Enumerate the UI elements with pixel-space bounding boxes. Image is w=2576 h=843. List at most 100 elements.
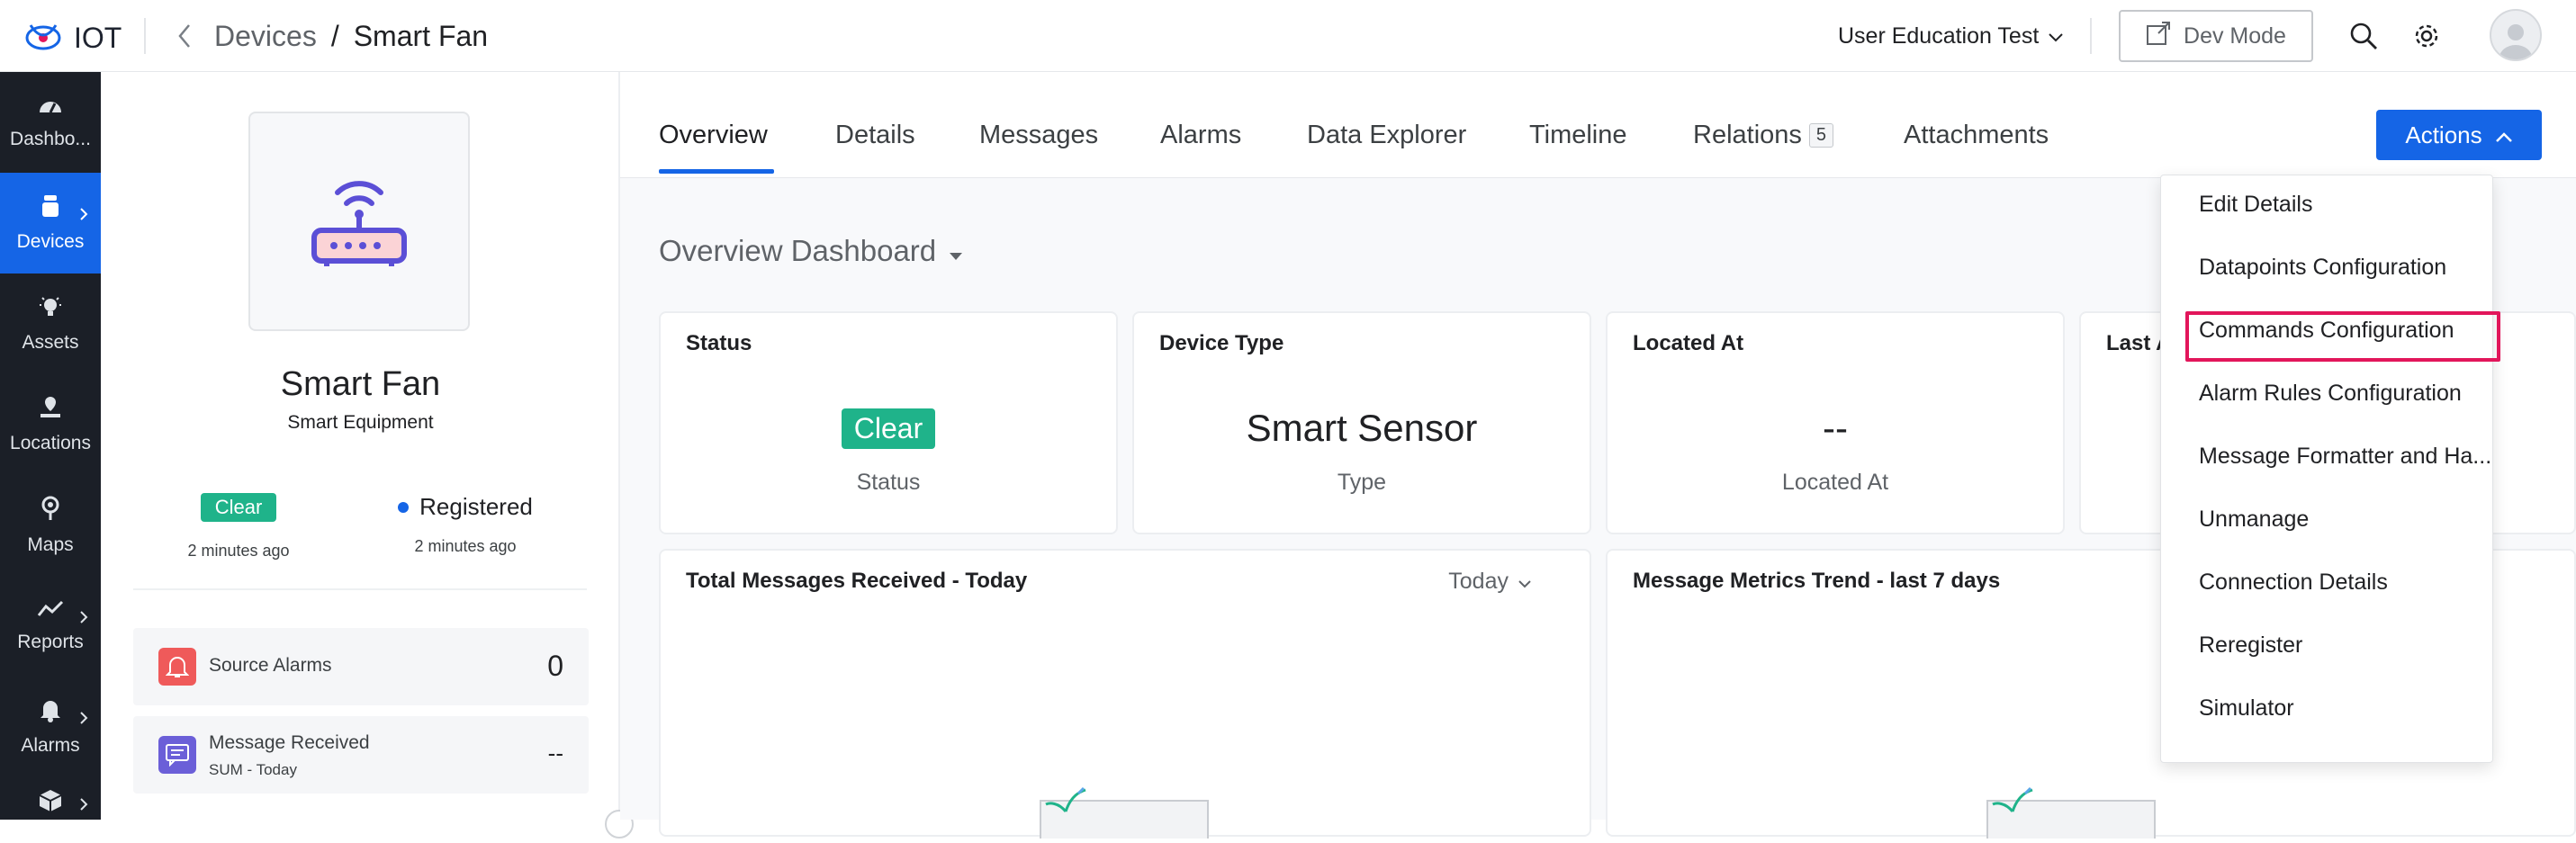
card-subtitle: Type: [1337, 470, 1387, 495]
sidebar-item-locations[interactable]: Locations: [0, 374, 101, 475]
divider: [144, 18, 146, 54]
message-received-sub: SUM - Today: [209, 761, 297, 778]
side-navigation: Dashbo... Devices Assets Locations Maps …: [0, 72, 101, 820]
bell-icon: [39, 697, 62, 728]
status-badge: Clear: [200, 493, 277, 522]
chevron-down-icon: [1518, 569, 1532, 595]
menu-item-reregister[interactable]: Reregister: [2199, 632, 2302, 659]
tab-relations[interactable]: Relations 5: [1693, 121, 1834, 150]
card-value: Smart Sensor: [1246, 407, 1478, 449]
menu-item-message-formatter[interactable]: Message Formatter and Ha...: [2199, 444, 2491, 470]
sidebar-item-more[interactable]: [0, 777, 101, 831]
tab-attachments[interactable]: Attachments: [1904, 121, 2049, 150]
sidebar-item-label: Reports: [17, 632, 84, 652]
device-type-card: Device Type Smart Sensor Type: [1132, 311, 1591, 534]
iot-logo-icon: [23, 18, 63, 58]
empty-state-illustration: [1039, 785, 1210, 843]
menu-item-simulator[interactable]: Simulator: [2199, 695, 2294, 722]
bell-icon: [158, 648, 196, 686]
account-switcher[interactable]: User Education Test: [1838, 18, 2064, 54]
external-link-icon: [2146, 21, 2171, 52]
card-subtitle: Status: [856, 470, 921, 495]
relations-count-badge: 5: [1808, 123, 1834, 148]
device-image: [248, 112, 470, 331]
tab-timeline[interactable]: Timeline: [1529, 121, 1627, 150]
tab-alarms[interactable]: Alarms: [1160, 121, 1241, 150]
app-logo[interactable]: IOT: [23, 18, 122, 58]
top-bar: IOT Devices / Smart Fan User Education T…: [0, 0, 2576, 72]
sidebar-item-alarms[interactable]: Alarms: [0, 677, 101, 777]
app-name: IOT: [74, 22, 122, 54]
message-received-card[interactable]: Message Received SUM - Today --: [133, 716, 589, 794]
sidebar-item-label: Dashbo...: [10, 129, 91, 149]
tab-data-explorer[interactable]: Data Explorer: [1307, 121, 1466, 150]
dev-mode-label: Dev Mode: [2184, 22, 2286, 49]
actions-button[interactable]: Actions: [2376, 110, 2542, 160]
sidebar-item-label: Maps: [27, 534, 74, 555]
located-at-card: Located At -- Located At: [1606, 311, 2065, 534]
sidebar-item-maps[interactable]: Maps: [0, 475, 101, 576]
actions-menu: Edit Details Datapoints Configuration Co…: [2160, 175, 2500, 763]
gear-icon[interactable]: [2409, 18, 2445, 54]
chevron-right-icon: [79, 795, 88, 817]
source-alarms-value: 0: [547, 650, 563, 682]
status-time: 2 minutes ago: [187, 542, 290, 560]
account-name: User Education Test: [1838, 22, 2040, 49]
range-dropdown[interactable]: Today: [1448, 569, 1532, 595]
box-icon: [38, 788, 63, 819]
menu-item-connection-details[interactable]: Connection Details: [2199, 569, 2388, 596]
map-pin-icon: [40, 495, 61, 527]
range-label: Today: [1448, 569, 1509, 594]
message-received-value: --: [547, 740, 563, 767]
message-icon: [158, 736, 196, 774]
chevron-down-icon: [2048, 23, 2064, 49]
source-alarms-card[interactable]: Source Alarms 0: [133, 628, 589, 705]
sidebar-item-label: Devices: [16, 231, 85, 252]
divider: [2090, 18, 2092, 54]
chevron-right-icon: [79, 709, 88, 731]
dev-mode-button[interactable]: Dev Mode: [2119, 10, 2313, 62]
search-icon[interactable]: [2346, 18, 2382, 54]
status-badge: Clear: [841, 408, 936, 449]
registration-label: Registered: [419, 493, 533, 520]
breadcrumb: Devices / Smart Fan: [214, 18, 488, 54]
chevron-right-icon: [79, 608, 88, 630]
user-avatar-icon[interactable]: [2490, 9, 2542, 61]
chevron-up-icon: [2495, 121, 2513, 149]
menu-item-datapoints-configuration[interactable]: Datapoints Configuration: [2199, 255, 2446, 281]
card-subtitle: Located At: [1781, 470, 1889, 495]
sidebar-item-devices[interactable]: Devices: [0, 173, 101, 274]
tab-messages[interactable]: Messages: [979, 121, 1098, 150]
actions-label: Actions: [2405, 121, 2482, 148]
caret-down-icon: [949, 234, 963, 268]
card-title: Total Messages Received - Today: [686, 569, 1028, 593]
dashboard-selector[interactable]: Overview Dashboard: [659, 234, 963, 268]
menu-item-edit-details[interactable]: Edit Details: [2199, 192, 2312, 218]
location-icon: [38, 395, 63, 426]
card-title: Message Metrics Trend - last 7 days: [1633, 569, 2001, 593]
menu-item-commands-configuration[interactable]: Commands Configuration: [2199, 318, 2454, 344]
menu-item-unmanage[interactable]: Unmanage: [2199, 507, 2309, 533]
tab-bar: Overview Details Messages Alarms Data Ex…: [620, 72, 2576, 178]
sidebar-item-label: Alarms: [21, 735, 80, 756]
trend-icon: [37, 599, 64, 624]
device-name: Smart Fan: [280, 365, 441, 403]
chevron-right-icon: [79, 205, 88, 227]
card-title: Status: [686, 331, 752, 355]
card-title: Located At: [1633, 331, 1744, 355]
divider: [133, 588, 587, 590]
sidebar-item-label: Assets: [22, 332, 79, 353]
source-alarms-label: Source Alarms: [209, 655, 332, 676]
sidebar-item-assets[interactable]: Assets: [0, 274, 101, 374]
device-status: Clear 2 minutes ago: [126, 493, 351, 561]
chevron-left-icon[interactable]: [171, 18, 198, 54]
tab-details[interactable]: Details: [835, 121, 915, 150]
total-messages-card: Total Messages Received - Today Today: [659, 549, 1591, 843]
menu-item-alarm-rules-configuration[interactable]: Alarm Rules Configuration: [2199, 381, 2462, 407]
sidebar-item-reports[interactable]: Reports: [0, 576, 101, 677]
tab-overview[interactable]: Overview: [659, 121, 768, 150]
dashboard-icon: [38, 94, 63, 121]
breadcrumb-devices-link[interactable]: Devices: [214, 20, 317, 53]
empty-state-illustration: [1986, 785, 2157, 843]
sidebar-item-dashboard[interactable]: Dashbo...: [0, 72, 101, 173]
